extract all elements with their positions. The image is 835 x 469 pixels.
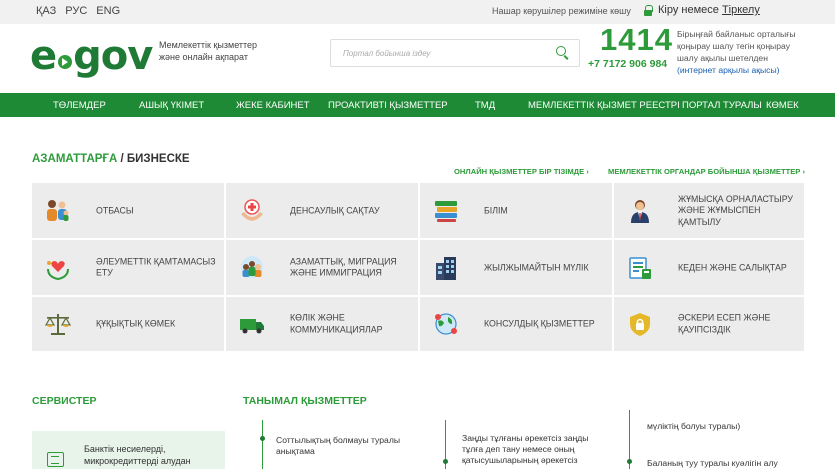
audience-switch: АЗАМАТТАРҒА / БИЗНЕСКЕ <box>32 153 190 165</box>
building-icon <box>436 256 456 280</box>
category-label: Консулдық қызметтер <box>484 318 595 329</box>
login-link[interactable]: Кіру немесе <box>658 4 722 16</box>
category-label: Азаматтық, миграция және иммиграция <box>290 256 397 278</box>
category-label: Жылжымайтын мүлік <box>484 261 589 272</box>
nav-about-portal[interactable]: ПОРТАЛ ТУРАЛЫ <box>682 100 762 111</box>
call-center-phone: +7 7172 906 984 <box>588 58 668 70</box>
service-card-bank-loans[interactable]: Банктік несиелерді, микрокредиттерді алу… <box>32 431 225 469</box>
category-label: Құқықтық көмек <box>96 318 176 329</box>
nav-payments[interactable]: ТӨЛЕМДЕР <box>53 100 106 111</box>
site-tagline: Мемлекеттік қызметтер және онлайн ақпара… <box>159 40 258 62</box>
category-label: Білім <box>484 204 508 215</box>
category-tile-transport[interactable]: Көлік және коммуникациялар <box>226 297 418 351</box>
popular-service-item[interactable]: мүліктің болуы туралы) <box>647 421 797 432</box>
calculator-icon <box>47 452 64 467</box>
nav-personal-cabinet[interactable]: ЖЕКЕ КАБИНЕТ <box>236 100 310 111</box>
register-link[interactable]: Тіркелу <box>722 4 760 16</box>
timeline-dot <box>260 436 265 441</box>
citizens-icon <box>241 255 263 278</box>
accessibility-mode-link[interactable]: Нашар көрушілер режиміне көшу <box>492 6 631 16</box>
popular-service-item[interactable]: Соттылықтың болмауы туралы анықтама <box>276 435 426 457</box>
timeline-dot <box>443 459 448 464</box>
service-card-text: Банктік несиелерді, микрокредиттерді алу… <box>84 444 191 466</box>
call-center-info: Бірыңғай байланыс орталығы қоңырау шалу … <box>677 28 807 76</box>
call-center-number: 1414 <box>600 22 673 57</box>
shield-lock-icon <box>630 313 650 336</box>
tab-separator: / <box>117 153 127 165</box>
truck-icon <box>240 319 264 334</box>
family-icon <box>47 199 69 221</box>
search-box <box>330 39 580 67</box>
category-tile-education[interactable]: Білім <box>420 183 612 238</box>
timeline-line <box>262 420 263 469</box>
health-icon <box>241 198 263 221</box>
nav-proactive-services[interactable]: ПРОАКТИВТІ ҚЫЗМЕТТЕР <box>328 100 448 111</box>
nav-open-government[interactable]: АШЫҚ ҮКІМЕТ <box>139 100 204 111</box>
logo-arrow-icon <box>58 55 73 69</box>
nav-cis[interactable]: ТМД <box>475 100 495 111</box>
language-switcher: ҚАЗ РУС ENG <box>36 5 120 17</box>
category-label: Денсаулық сақтау <box>290 204 380 215</box>
customs-icon <box>629 256 651 279</box>
top-bar: ҚАЗ РУС ENG Нашар көрушілер режиміне көш… <box>0 0 835 24</box>
lang-ru[interactable]: РУС <box>65 5 87 17</box>
tab-business[interactable]: БИЗНЕСКЕ <box>127 153 190 165</box>
services-heading: СЕРВИСТЕР <box>32 395 97 407</box>
search-input[interactable] <box>331 40 541 66</box>
employee-icon <box>631 199 649 223</box>
timeline-dot <box>627 459 632 464</box>
lock-icon <box>644 4 653 16</box>
popular-service-item[interactable]: Баланың туу туралы куәлігін алу <box>647 458 807 469</box>
services-by-agency-link[interactable]: МЕМЛЕКЕТТІК ОРГАНДАР БОЙЫНША ҚЫЗМЕТТЕР › <box>608 167 805 176</box>
login-area[interactable]: Кіру немесе Тіркелу <box>644 4 760 16</box>
category-tile-consular[interactable]: Консулдық қызметтер <box>420 297 612 351</box>
category-label: Әскери есеп және қауіпсіздік <box>678 312 771 335</box>
tab-citizens[interactable]: АЗАМАТТАРҒА <box>32 153 117 165</box>
category-tile-family[interactable]: Отбасы <box>32 183 224 238</box>
books-icon <box>435 200 457 222</box>
logo-word-gov: gov <box>73 33 153 79</box>
category-tile-legal[interactable]: Құқықтық көмек <box>32 297 224 351</box>
main-navigation: ТӨЛЕМДЕР АШЫҚ ҮКІМЕТ ЖЕКЕ КАБИНЕТ ПРОАКТ… <box>0 93 835 117</box>
category-tile-citizenship[interactable]: Азаматтық, миграция және иммиграция <box>226 240 418 295</box>
nav-service-registry[interactable]: МЕМЛЕКЕТТІК ҚЫЗМЕТ РЕЕСТРІ <box>528 100 680 111</box>
scales-icon <box>44 314 72 335</box>
logo-letter-e: e <box>30 33 58 79</box>
popular-service-item[interactable]: Заңды тұлғаны әрекетсіз заңды тұлға деп … <box>462 433 612 466</box>
egov-logo[interactable]: e gov <box>30 33 153 79</box>
category-label: Әлеуметтік қамтамасыз ету <box>96 256 216 278</box>
nav-help[interactable]: КӨМЕК <box>766 100 799 111</box>
category-tile-social[interactable]: Әлеуметтік қамтамасыз ету <box>32 240 224 295</box>
category-tile-real-estate[interactable]: Жылжымайтын мүлік <box>420 240 612 295</box>
call-info-text: Бірыңғай байланыс орталығы қоңырау шалу … <box>677 29 796 63</box>
category-tile-customs[interactable]: Кеден және салықтар <box>614 240 804 295</box>
category-tile-health[interactable]: Денсаулық сақтау <box>226 183 418 238</box>
category-tile-military[interactable]: Әскери есеп және қауіпсіздік <box>614 297 804 351</box>
online-services-list-link[interactable]: ОНЛАЙН ҚЫЗМЕТТЕР БІР ТІЗІМДЕ › <box>454 167 589 176</box>
category-label: Көлік және коммуникациялар <box>290 312 383 335</box>
category-label: Кеден және салықтар <box>678 261 787 272</box>
lang-kz[interactable]: ҚАЗ <box>36 5 56 17</box>
globe-pin-icon <box>435 313 457 335</box>
lang-en[interactable]: ENG <box>96 5 120 17</box>
social-care-icon <box>47 260 69 280</box>
category-label: Жұмысқа орналастыру және жұмыспен қамтыл… <box>678 193 793 227</box>
category-label: Отбасы <box>96 204 134 215</box>
popular-services-heading: ТАНЫМАЛ ҚЫЗМЕТТЕР <box>243 395 367 407</box>
category-tile-employment[interactable]: Жұмысқа орналастыру және жұмыспен қамтыл… <box>614 183 804 238</box>
call-info-link[interactable]: (интернет арқылы ақысы) <box>677 65 780 75</box>
service-categories-grid: Отбасы Денсаулық сақтау Білім Жұмысқа ор… <box>32 183 804 351</box>
search-icon[interactable] <box>556 46 569 59</box>
